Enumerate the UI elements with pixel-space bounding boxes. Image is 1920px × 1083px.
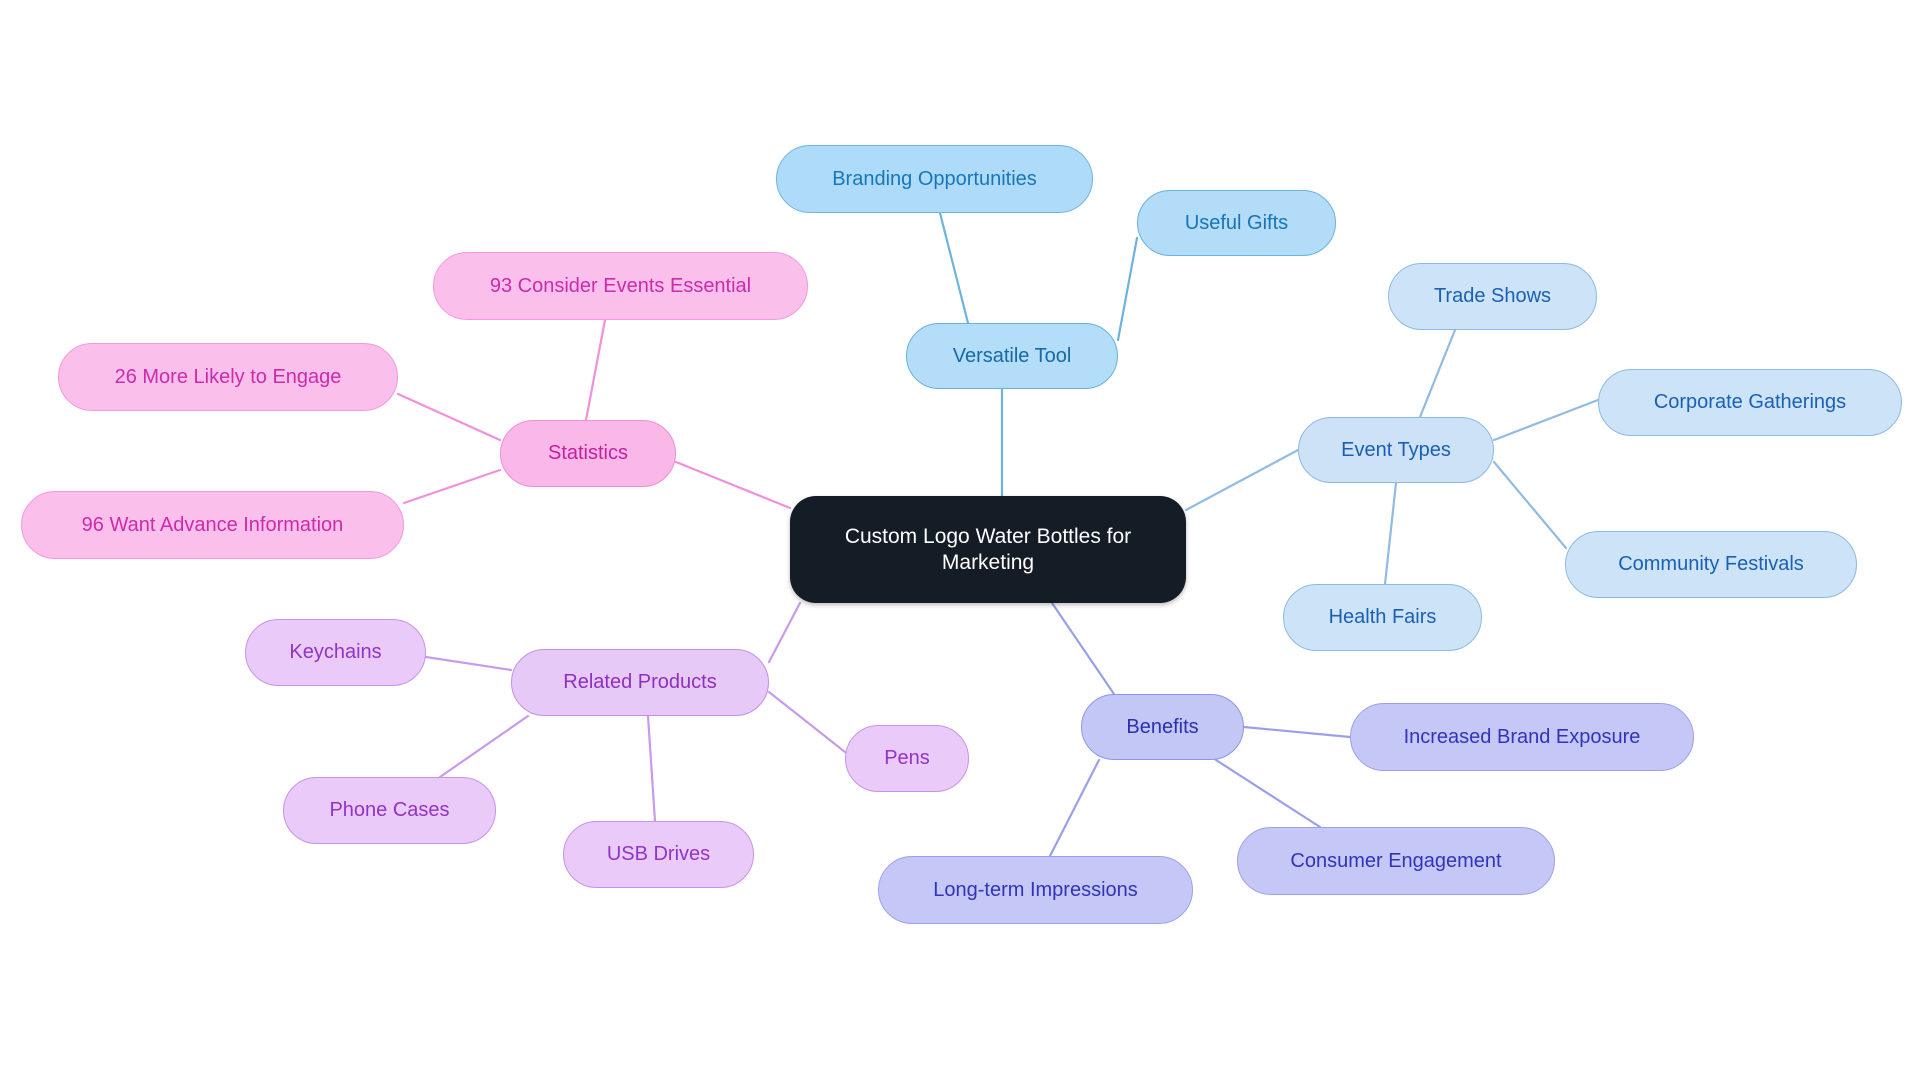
edge-statistics-to-want-advance-information: [402, 468, 502, 505]
mindmap-node-keychains[interactable]: Keychains: [245, 619, 426, 686]
edge-event-types-to-trade-shows: [1418, 328, 1457, 419]
mindmap-node-label: Related Products: [563, 671, 717, 694]
mindmap-node-statistics[interactable]: Statistics: [500, 420, 676, 487]
mindmap-node-versatile-tool[interactable]: Versatile Tool: [906, 323, 1118, 389]
mindmap-canvas: Custom Logo Water Bottles for Marketing V…: [0, 0, 1920, 1083]
edge-related-products-to-phone-cases: [438, 714, 530, 779]
mindmap-node-label: Benefits: [1126, 715, 1199, 738]
edge-benefits-to-long-term-impressions: [1048, 758, 1101, 858]
mindmap-node-label: 96 Want Advance Information: [81, 513, 344, 536]
mindmap-node-label: Pens: [884, 747, 930, 770]
mindmap-node-corporate-gatherings[interactable]: Corporate Gatherings: [1598, 369, 1902, 436]
mindmap-node-label: Corporate Gatherings: [1653, 391, 1847, 414]
mindmap-node-label: Community Festivals: [1618, 553, 1804, 576]
mindmap-node-related-products[interactable]: Related Products: [511, 649, 769, 716]
mindmap-node-benefits[interactable]: Benefits: [1081, 694, 1244, 760]
mindmap-node-label: Statistics: [547, 442, 629, 465]
mindmap-node-label: Consumer Engagement: [1290, 849, 1502, 872]
mindmap-node-useful-gifts[interactable]: Useful Gifts: [1137, 190, 1336, 256]
mindmap-node-label: 26 More Likely to Engage: [114, 365, 342, 388]
edge-versatile-tool-to-useful-gifts: [1116, 236, 1139, 342]
edge-related-products-to-pens: [767, 690, 847, 754]
mindmap-node-label: Keychains: [289, 641, 382, 664]
mindmap-node-consider-events-essential[interactable]: 93 Consider Events Essential: [433, 252, 808, 320]
mindmap-node-trade-shows[interactable]: Trade Shows: [1388, 263, 1597, 330]
edge-benefits-to-increased-brand-exposure: [1242, 725, 1352, 739]
mindmap-node-event-types[interactable]: Event Types: [1298, 417, 1494, 483]
mindmap-node-label: 93 Consider Events Essential: [489, 274, 752, 297]
edge-event-types-to-community-festivals: [1492, 460, 1568, 550]
mindmap-node-want-advance-information[interactable]: 96 Want Advance Information: [21, 491, 404, 559]
mindmap-node-pens[interactable]: Pens: [845, 725, 969, 792]
mindmap-node-community-festivals[interactable]: Community Festivals: [1565, 531, 1857, 598]
mindmap-node-label: Versatile Tool: [952, 344, 1072, 367]
mindmap-node-label: Phone Cases: [329, 799, 450, 822]
edge-related-products-to-usb-drives: [646, 714, 657, 823]
edge-versatile-tool-to-branding-opportunities: [938, 211, 970, 325]
mindmap-node-label: Event Types: [1341, 438, 1451, 461]
edge-benefits-to-consumer-engagement: [1214, 758, 1322, 829]
mindmap-node-usb-drives[interactable]: USB Drives: [563, 821, 754, 888]
mindmap-node-label: USB Drives: [606, 843, 711, 866]
edge-event-types-to-health-fairs: [1383, 481, 1398, 586]
mindmap-node-label: Useful Gifts: [1184, 211, 1289, 234]
mindmap-node-branding-opportunities[interactable]: Branding Opportunities: [776, 145, 1093, 213]
edge-root-to-event-types: [1184, 448, 1300, 512]
mindmap-node-root[interactable]: Custom Logo Water Bottles for Marketing: [790, 496, 1186, 603]
mindmap-node-consumer-engagement[interactable]: Consumer Engagement: [1237, 827, 1555, 895]
edge-statistics-to-consider-events-essential: [584, 318, 607, 422]
mindmap-node-long-term-impressions[interactable]: Long-term Impressions: [878, 856, 1193, 924]
mindmap-node-label: Trade Shows: [1433, 285, 1552, 308]
mindmap-node-health-fairs[interactable]: Health Fairs: [1283, 584, 1482, 651]
edge-event-types-to-corporate-gatherings: [1492, 398, 1600, 442]
mindmap-node-label: Increased Brand Exposure: [1403, 725, 1641, 748]
mindmap-node-label: Custom Logo Water Bottles for Marketing: [844, 524, 1132, 574]
mindmap-node-label: Branding Opportunities: [832, 167, 1037, 190]
mindmap-node-increased-brand-exposure[interactable]: Increased Brand Exposure: [1350, 703, 1694, 771]
edge-root-to-related-products: [767, 601, 802, 664]
mindmap-node-label: Health Fairs: [1328, 606, 1437, 629]
mindmap-node-phone-cases[interactable]: Phone Cases: [283, 777, 496, 844]
edge-root-to-benefits: [1050, 601, 1116, 696]
edge-related-products-to-keychains: [424, 655, 513, 672]
edge-statistics-to-more-likely-to-engage: [396, 392, 502, 442]
mindmap-node-more-likely-to-engage[interactable]: 26 More Likely to Engage: [58, 343, 398, 411]
edge-root-to-statistics: [674, 460, 792, 510]
mindmap-node-label: Long-term Impressions: [933, 878, 1138, 901]
